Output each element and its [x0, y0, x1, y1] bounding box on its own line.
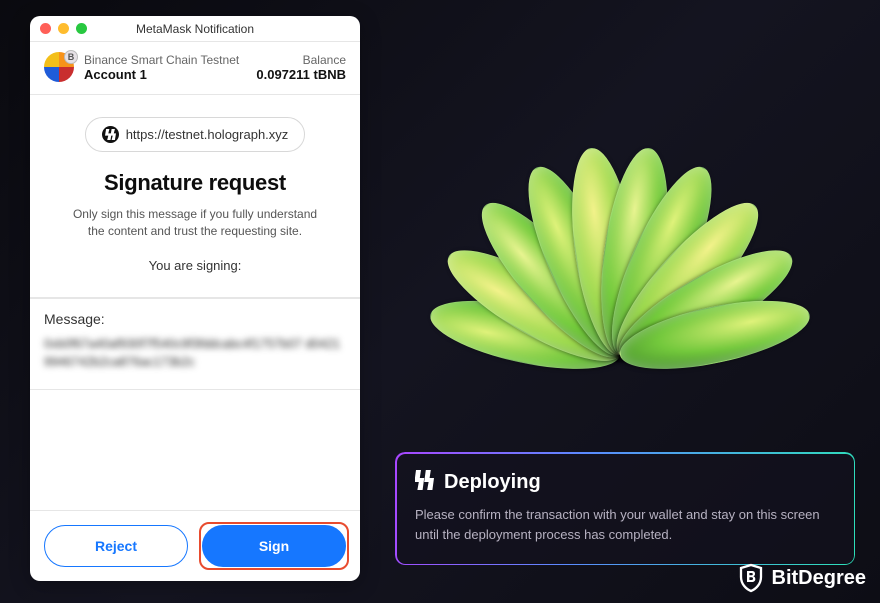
signing-label: You are signing:: [44, 258, 346, 273]
deploying-title: Deploying: [444, 471, 541, 494]
account-info: Binance Smart Chain Testnet Account 1: [84, 53, 256, 82]
origin-url: https://testnet.holograph.xyz: [126, 127, 289, 142]
message-label: Message:: [44, 311, 346, 327]
account-name: Account 1: [84, 67, 256, 82]
holograph-icon: [102, 126, 119, 143]
sign-button[interactable]: Sign: [202, 525, 346, 567]
bitdegree-shield-icon: [738, 563, 764, 593]
maximize-icon[interactable]: [76, 23, 87, 34]
balance-label: Balance: [256, 53, 346, 67]
reject-button[interactable]: Reject: [44, 525, 188, 567]
message-box: Message: 0xb0f67a40af930f7f540c9f3fddcab…: [30, 298, 360, 390]
signature-title: Signature request: [44, 170, 346, 196]
close-icon[interactable]: [40, 23, 51, 34]
titlebar: MetaMask Notification: [30, 16, 360, 42]
account-header: B Binance Smart Chain Testnet Account 1 …: [30, 42, 360, 95]
bitdegree-name: BitDegree: [772, 567, 866, 590]
message-content: 0xb0f67a40af930f7f540c9f3fddcabc4f1757b0…: [44, 335, 346, 371]
signature-section: https://testnet.holograph.xyz Signature …: [30, 95, 360, 298]
network-badge-icon: B: [64, 50, 78, 64]
holograph-icon: [415, 470, 435, 495]
account-avatar: B: [44, 52, 74, 82]
bitdegree-watermark: BitDegree: [738, 563, 866, 593]
signature-warning: Only sign this message if you fully unde…: [44, 206, 346, 240]
wallet-popup: MetaMask Notification B Binance Smart Ch…: [30, 16, 360, 581]
network-name: Binance Smart Chain Testnet: [84, 53, 256, 67]
origin-chip: https://testnet.holograph.xyz: [85, 117, 306, 152]
deploying-description: Please confirm the transaction with your…: [415, 505, 835, 545]
deploy-artwork: [440, 85, 800, 385]
traffic-lights: [40, 23, 87, 34]
popup-actions: Reject Sign: [30, 510, 360, 581]
popup-spacer: [30, 390, 360, 510]
balance-value: 0.097211 tBNB: [256, 67, 346, 82]
minimize-icon[interactable]: [58, 23, 69, 34]
balance-block: Balance 0.097211 tBNB: [256, 53, 346, 82]
deploying-panel: Deploying Please confirm the transaction…: [395, 452, 855, 565]
deploying-title-row: Deploying: [415, 470, 835, 495]
